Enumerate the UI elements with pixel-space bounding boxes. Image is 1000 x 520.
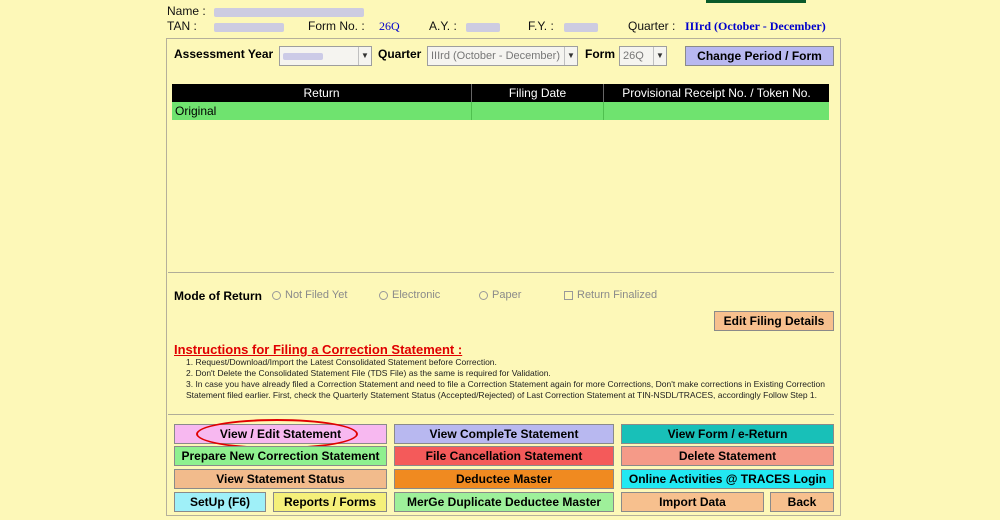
radio-not-filed-yet[interactable]: Not Filed Yet	[272, 289, 347, 301]
instruction-line: 1. Request/Download/Import the Latest Co…	[186, 357, 497, 367]
fy-value	[564, 21, 598, 35]
name-value	[214, 6, 364, 20]
top-accent-bar	[706, 0, 806, 3]
instructions-title: Instructions for Filing a Correction Sta…	[174, 342, 463, 357]
column-header-return: Return	[172, 84, 472, 102]
form-select-label: Form	[585, 47, 615, 61]
radio-paper[interactable]: Paper	[479, 289, 521, 301]
form-no-value: 26Q	[379, 19, 400, 33]
radio-icon	[479, 290, 488, 300]
table-cell-filing-date	[472, 102, 604, 120]
radio-icon	[272, 290, 281, 300]
assessment-year-select[interactable]: ▼	[279, 46, 372, 66]
setup-button[interactable]: SetUp (F6)	[174, 492, 266, 512]
divider	[168, 414, 834, 415]
fy-label: F.Y. :	[528, 19, 554, 33]
reports-forms-button[interactable]: Reports / Forms	[273, 492, 387, 512]
returns-table-header: Return Filing Date Provisional Receipt N…	[172, 84, 829, 102]
radio-icon	[379, 290, 388, 300]
table-cell-receipt-no	[604, 102, 829, 120]
file-cancellation-statement-button[interactable]: File Cancellation Statement	[394, 446, 614, 466]
view-form-ereturn-button[interactable]: View Form / e-Return	[621, 424, 834, 444]
table-row[interactable]: Original	[172, 102, 829, 120]
view-complete-statement-button[interactable]: View CompleTe Statement	[394, 424, 614, 444]
table-cell-return: Original	[172, 102, 472, 120]
delete-statement-button[interactable]: Delete Statement	[621, 446, 834, 466]
tan-value	[214, 21, 284, 35]
chevron-down-icon: ▼	[358, 47, 371, 65]
instruction-line: Statement filed earlier. First, check th…	[186, 390, 818, 400]
edit-filing-details-button[interactable]: Edit Filing Details	[714, 311, 834, 331]
merge-duplicate-deductee-button[interactable]: MerGe Duplicate Deductee Master	[394, 492, 614, 512]
highlight-circle	[196, 419, 358, 449]
tan-label: TAN :	[167, 19, 197, 33]
name-label: Name :	[167, 4, 206, 18]
checkbox-return-finalized[interactable]: Return Finalized	[564, 289, 657, 301]
ay-label: A.Y. :	[429, 19, 457, 33]
quarter-label: Quarter :	[628, 19, 676, 33]
mode-of-return-label: Mode of Return	[174, 289, 262, 303]
radio-electronic[interactable]: Electronic	[379, 289, 440, 301]
change-period-form-button[interactable]: Change Period / Form	[685, 46, 834, 66]
quarter-value: IIIrd (October - December)	[685, 19, 826, 33]
form-select[interactable]: 26Q ▼	[619, 46, 667, 66]
quarter-select-label: Quarter	[378, 47, 422, 61]
column-header-filing-date: Filing Date	[472, 84, 604, 102]
prepare-new-correction-button[interactable]: Prepare New Correction Statement	[174, 446, 387, 466]
divider	[168, 272, 834, 273]
column-header-receipt-no: Provisional Receipt No. / Token No.	[622, 86, 811, 100]
ay-value	[466, 21, 500, 35]
instruction-line: 2. Don't Delete the Consolidated Stateme…	[186, 368, 551, 378]
quarter-select[interactable]: IIIrd (October - December) ▼	[427, 46, 578, 66]
chevron-down-icon: ▼	[653, 47, 666, 65]
instruction-line: 3. In case you have already filed a Corr…	[186, 379, 825, 389]
assessment-year-label: Assessment Year	[174, 47, 274, 61]
import-data-button[interactable]: Import Data	[621, 492, 764, 512]
deductee-master-button[interactable]: Deductee Master	[394, 469, 614, 489]
checkbox-icon	[564, 290, 573, 300]
chevron-down-icon: ▼	[564, 47, 577, 65]
form-no-label: Form No. :	[308, 19, 365, 33]
back-button[interactable]: Back	[770, 492, 834, 512]
online-activities-traces-button[interactable]: Online Activities @ TRACES Login	[621, 469, 834, 489]
view-statement-status-button[interactable]: View Statement Status	[174, 469, 387, 489]
